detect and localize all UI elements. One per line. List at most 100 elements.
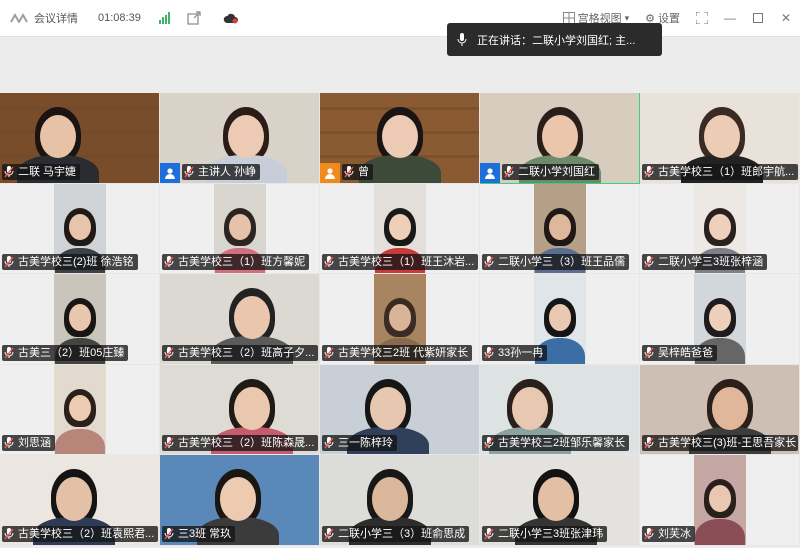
title-bar: 会议详情 01:08:39 宫格视图 ▾ ⚙ 设置 — ✕ [0,0,800,37]
elapsed-time: 01:08:39 [98,12,141,24]
participant-tile[interactable]: 主讲人 孙峥 [160,93,320,184]
participant-name: 古美学校三（1）班郎宇航... [658,165,795,178]
share-out-icon[interactable] [187,11,201,25]
participant-tile[interactable]: 刘思涵 [0,364,160,456]
participant-name: 古美学校三(3)班-王思吾家长 [658,437,797,450]
maximize-icon [753,13,763,23]
participant-name-label: 古美学校三（2）班高子夕... [162,344,318,361]
participant-tile[interactable]: 三3班 常玖 [160,455,320,546]
microphone-muted-icon [324,527,334,540]
participant-name-label: 刘芙冰 [642,525,695,542]
participant-name: 三一陈梓玲 [338,437,393,450]
microphone-muted-icon [4,165,14,178]
fullscreen-button[interactable] [696,12,708,24]
participant-name-label: 吴梓皓爸爸 [642,344,717,361]
microphone-muted-icon [4,256,14,268]
participant-name-label: 古美三（2）班05庄臻 [2,344,129,361]
participant-name: 古美三（2）班05庄臻 [18,346,125,359]
microphone-muted-icon [184,165,194,178]
microphone-muted-icon [484,527,494,540]
fullscreen-icon [696,12,708,24]
participant-tile[interactable]: 古美学校三（1）班王沐岩... [320,183,480,275]
participant-tile[interactable]: 古美学校三（1）班方馨妮 [160,183,320,275]
participant-tile[interactable]: 古美学校三(3)班-王思吾家长 [640,364,800,456]
participant-name-label: 曾 [342,163,373,180]
participant-name-label: 古美学校三（2）班陈森晟... [162,435,318,452]
participant-tile[interactable]: 古美学校三2班 代紫妍家长 [320,274,480,365]
participant-tile[interactable]: 吴梓皓爸爸 [640,274,800,365]
participant-tile[interactable]: 古美三（2）班05庄臻 [0,274,160,365]
participant-name-label: 古美学校三2班邹乐馨家长 [482,435,630,452]
participant-tile[interactable]: 古美学校三（2）班袁熙君... [0,455,160,546]
participant-tile[interactable]: 古美学校三(2)班 徐浩铭 [0,183,160,275]
speaking-text: 正在讲话：二联小学刘国红; 主... [477,34,636,47]
participant-name: 古美学校三（1）班王沐岩... [338,256,475,269]
participant-name: 古美学校三2班邹乐馨家长 [498,437,626,450]
participant-name-label: 刘思涵 [2,435,55,452]
microphone-muted-icon [4,527,14,540]
participant-tile[interactable]: 二联小学三3班张梓涵 [640,183,800,275]
maximize-button[interactable] [752,12,764,24]
microphone-muted-icon [484,256,494,268]
participant-name: 33孙一冉 [498,346,544,359]
minimize-button[interactable]: — [724,11,736,25]
participant-tile[interactable]: 古美学校三（2）班高子夕... [160,274,320,365]
participant-name: 刘思涵 [18,437,51,450]
meeting-details-link[interactable]: 会议详情 [34,10,78,26]
microphone-muted-icon [324,346,334,359]
microphone-muted-icon [484,346,494,359]
participant-name: 刘芙冰 [658,527,691,540]
participant-name: 古美学校三（1）班方馨妮 [178,256,306,269]
microphone-muted-icon [324,256,334,268]
participant-name: 二联小学三3班张津玮 [498,527,604,540]
participant-tile[interactable]: 二联小学三（3）班王品儒 [480,183,640,275]
microphone-muted-icon [644,437,654,449]
participant-tile[interactable]: 二联小学三（3）班俞思成 [320,455,480,546]
participant-name: 二联小学刘国红 [518,165,595,178]
microphone-muted-icon [4,437,14,449]
participant-name: 主讲人 孙峥 [198,165,257,178]
microphone-muted-icon [324,437,334,449]
microphone-muted-icon [644,527,654,540]
microphone-icon [457,32,467,46]
microphone-muted-icon [644,256,654,268]
participant-name: 古美学校三2班 代紫妍家长 [338,346,469,359]
participant-name-label: 二联 马宇婕 [2,163,81,180]
participant-name-label: 三3班 常玖 [162,525,236,542]
participant-tile[interactable]: 曾 [320,93,480,184]
participant-tile[interactable]: 古美学校三（2）班陈森晟... [160,364,320,456]
microphone-muted-icon [504,165,514,178]
host-badge-icon [480,162,500,183]
participant-name: 二联 马宇婕 [18,165,77,178]
participant-name-label: 古美学校三（1）班方馨妮 [162,254,310,271]
participant-name: 二联小学三（3）班俞思成 [338,527,466,540]
participant-tile[interactable]: 古美学校三2班邹乐馨家长 [480,364,640,456]
host-badge-icon [160,162,180,183]
participant-name-label: 古美学校三(3)班-王思吾家长 [642,435,798,452]
participant-name-label: 古美学校三（2）班袁熙君... [2,525,158,542]
cloud-record-icon[interactable] [223,12,239,24]
close-button[interactable]: ✕ [780,11,792,25]
participant-tile[interactable]: 二联小学刘国红 [480,93,640,184]
participant-name: 古美学校三（2）班陈森晟... [178,437,315,450]
microphone-muted-icon [644,165,654,178]
participant-tile[interactable]: 三一陈梓玲 [320,364,480,456]
participant-tile[interactable]: 刘芙冰 [640,455,800,546]
participant-name-label: 二联小学三3班张津玮 [482,525,608,542]
participant-name-label: 古美学校三(2)班 徐浩铭 [2,254,138,271]
participant-tile[interactable]: 33孙一冉 [480,274,640,365]
participant-tile[interactable]: 二联 马宇婕 [0,93,160,184]
participant-name: 二联小学三3班张梓涵 [658,256,764,269]
participant-name-label: 二联小学刘国红 [502,163,599,180]
participant-name: 曾 [358,165,369,178]
cohost-badge-icon [320,162,340,183]
participant-tile[interactable]: 古美学校三（1）班郎宇航... [640,93,800,184]
participant-name: 三3班 常玖 [178,527,232,540]
close-icon: ✕ [780,11,792,25]
participant-name-label: 主讲人 孙峥 [182,163,261,180]
microphone-muted-icon [484,437,494,449]
participant-name-label: 古美学校三（1）班王沐岩... [322,254,478,271]
video-feed [694,455,746,545]
participant-tile[interactable]: 二联小学三3班张津玮 [480,455,640,546]
microphone-muted-icon [4,346,14,359]
